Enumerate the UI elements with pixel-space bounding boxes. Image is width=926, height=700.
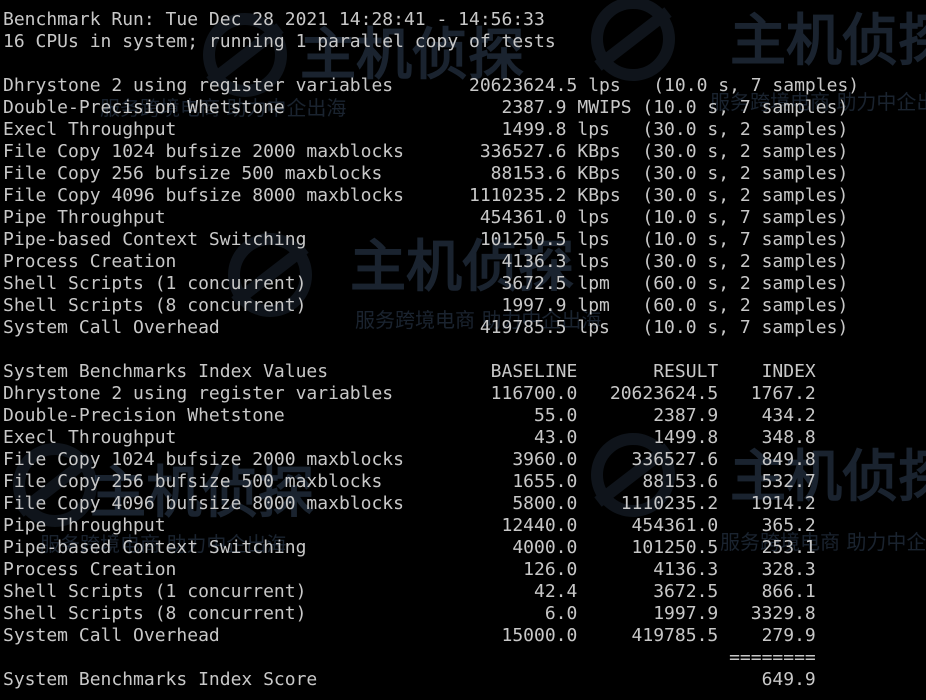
raw-result-row: File Copy 4096 bufsize 8000 maxblocks 11… (3, 185, 849, 206)
raw-result-row: Dhrystone 2 using register variables 206… (3, 75, 860, 96)
index-table-row: File Copy 4096 bufsize 8000 maxblocks 58… (3, 493, 816, 514)
raw-result-row: File Copy 256 bufsize 500 maxblocks 8815… (3, 163, 849, 184)
index-table-row: Pipe Throughput 12440.0 454361.0 365.2 (3, 515, 816, 536)
raw-result-row: Process Creation 4136.3 lps (30.0 s, 2 s… (3, 251, 849, 272)
index-table-row: Shell Scripts (8 concurrent) 6.0 1997.9 … (3, 603, 816, 624)
index-table-row: Shell Scripts (1 concurrent) 42.4 3672.5… (3, 581, 816, 602)
index-table-row: File Copy 1024 bufsize 2000 maxblocks 39… (3, 449, 816, 470)
index-score-separator: ======== (3, 647, 816, 668)
raw-result-row: Execl Throughput 1499.8 lps (30.0 s, 2 s… (3, 119, 849, 140)
index-table-row: Pipe-based Context Switching 4000.0 1012… (3, 537, 816, 558)
raw-result-row: Shell Scripts (1 concurrent) 3672.5 lpm … (3, 273, 849, 294)
raw-result-row: Pipe Throughput 454361.0 lps (10.0 s, 7 … (3, 207, 849, 228)
index-table-row: File Copy 256 bufsize 500 maxblocks 1655… (3, 471, 816, 492)
index-table-row: Execl Throughput 43.0 1499.8 348.8 (3, 427, 816, 448)
benchmark-run-header: Benchmark Run: Tue Dec 28 2021 14:28:41 … (3, 9, 545, 30)
raw-result-row: Shell Scripts (8 concurrent) 1997.9 lpm … (3, 295, 849, 316)
raw-result-row: File Copy 1024 bufsize 2000 maxblocks 33… (3, 141, 849, 162)
watermark-logo-icon (591, 0, 675, 81)
index-table-row: Double-Precision Whetstone 55.0 2387.9 4… (3, 405, 816, 426)
raw-result-row: Pipe-based Context Switching 101250.5 lp… (3, 229, 849, 250)
index-table-row: System Call Overhead 15000.0 419785.5 27… (3, 625, 816, 646)
index-table-header: System Benchmarks Index Values BASELINE … (3, 361, 816, 382)
watermark-text: 主机侦探 (730, 9, 926, 74)
raw-result-row: Double-Precision Whetstone 2387.9 MWIPS … (3, 97, 849, 118)
raw-result-row: System Call Overhead 419785.5 lps (10.0 … (3, 317, 849, 338)
terminal-window[interactable]: 主机侦探 服务跨境电商 助力中企出海 主机侦探 服务跨境电商 助力中企出海 主机… (0, 0, 926, 700)
index-table-row: Dhrystone 2 using register variables 116… (3, 383, 816, 404)
cpu-info-line: 16 CPUs in system; running 1 parallel co… (3, 31, 556, 52)
index-score-line: System Benchmarks Index Score 649.9 (3, 669, 816, 690)
index-table-row: Process Creation 126.0 4136.3 328.3 (3, 559, 816, 580)
